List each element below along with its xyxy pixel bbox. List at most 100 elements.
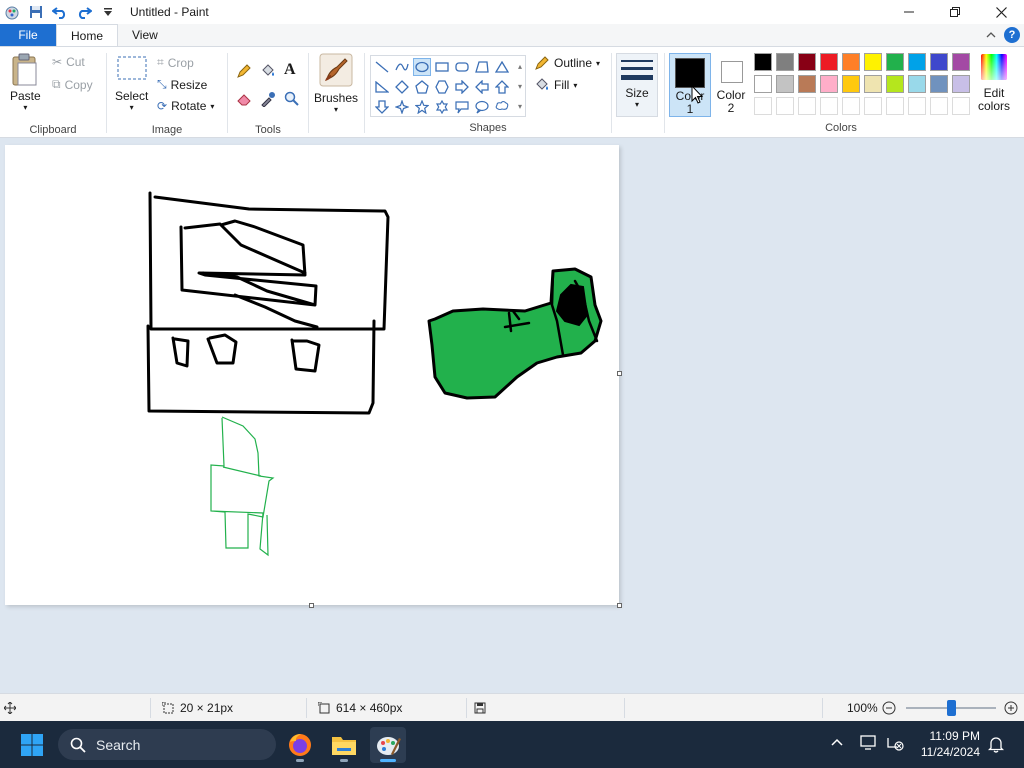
help-icon[interactable]: ? xyxy=(1004,27,1020,43)
taskbar-paint[interactable] xyxy=(370,727,406,763)
crop-button[interactable]: ⌗ Crop xyxy=(157,55,194,70)
rounded-rectangle-shape-icon[interactable] xyxy=(453,58,471,76)
palette-swatch[interactable] xyxy=(820,53,838,71)
palette-custom-swatch[interactable] xyxy=(798,97,816,115)
zoom-slider-thumb[interactable] xyxy=(946,700,956,716)
taskbar-file-explorer[interactable] xyxy=(326,727,362,763)
canvas-resize-handle-right[interactable] xyxy=(617,371,622,376)
brushes-button[interactable]: Brushes ▾ xyxy=(314,53,358,114)
color-picker-tool[interactable] xyxy=(260,91,276,107)
tab-view[interactable]: View xyxy=(118,24,172,46)
palette-swatch[interactable] xyxy=(842,75,860,93)
palette-swatch[interactable] xyxy=(864,53,882,71)
redo-icon[interactable] xyxy=(74,2,94,22)
magnifier-tool[interactable] xyxy=(284,91,300,107)
close-button[interactable] xyxy=(978,0,1024,24)
zoom-in-button[interactable] xyxy=(1004,694,1018,722)
five-point-star-shape-icon[interactable] xyxy=(413,98,431,116)
zoom-slider[interactable] xyxy=(906,700,996,716)
palette-swatch[interactable] xyxy=(842,53,860,71)
hexagon-shape-icon[interactable] xyxy=(433,78,451,96)
tab-home[interactable]: Home xyxy=(56,24,119,46)
palette-swatch[interactable] xyxy=(798,75,816,93)
select-button[interactable]: Select ▾ xyxy=(115,55,148,112)
palette-swatch[interactable] xyxy=(908,53,926,71)
palette-swatch[interactable] xyxy=(820,75,838,93)
palette-swatch[interactable] xyxy=(754,53,772,71)
palette-custom-swatch[interactable] xyxy=(908,97,926,115)
oval-shape-icon[interactable] xyxy=(413,58,431,76)
fill-button[interactable]: Fill ▾ xyxy=(534,77,577,93)
polygon-shape-icon[interactable] xyxy=(473,58,491,76)
undo-icon[interactable] xyxy=(50,2,70,22)
palette-swatch[interactable] xyxy=(798,53,816,71)
pentagon-shape-icon[interactable] xyxy=(413,78,431,96)
resize-button[interactable]: ⤡ Resize xyxy=(157,77,207,92)
paint-app-icon[interactable] xyxy=(2,2,22,22)
palette-custom-swatch[interactable] xyxy=(776,97,794,115)
palette-custom-swatch[interactable] xyxy=(754,97,772,115)
cloud-callout-shape-icon[interactable] xyxy=(493,98,511,116)
palette-swatch[interactable] xyxy=(754,75,772,93)
eraser-tool[interactable] xyxy=(236,91,252,107)
zoom-out-button[interactable] xyxy=(882,694,896,722)
edit-colors-button[interactable]: Edit colors xyxy=(976,53,1012,113)
color-2-button[interactable]: Color 2 xyxy=(714,53,748,117)
customize-qat-icon[interactable] xyxy=(98,2,118,22)
rectangle-shape-icon[interactable] xyxy=(433,58,451,76)
canvas-resize-handle-corner[interactable] xyxy=(617,603,622,608)
notifications-button[interactable] xyxy=(987,735,1005,756)
minimize-button[interactable] xyxy=(886,0,932,24)
six-point-star-shape-icon[interactable] xyxy=(433,98,451,116)
copy-button[interactable]: ⧉ Copy xyxy=(52,77,93,92)
left-arrow-shape-icon[interactable] xyxy=(473,78,491,96)
cut-button[interactable]: ✂ Cut xyxy=(52,55,85,69)
triangle-shape-icon[interactable] xyxy=(493,58,511,76)
palette-swatch[interactable] xyxy=(908,75,926,93)
drawing-canvas[interactable] xyxy=(5,145,622,608)
palette-custom-swatch[interactable] xyxy=(864,97,882,115)
right-triangle-shape-icon[interactable] xyxy=(373,78,391,96)
palette-custom-swatch[interactable] xyxy=(820,97,838,115)
rotate-button[interactable]: ⟳ Rotate ▾ xyxy=(157,99,214,113)
palette-swatch[interactable] xyxy=(886,75,904,93)
paste-button[interactable]: Paste ▾ xyxy=(10,53,41,112)
tab-file[interactable]: File xyxy=(0,24,56,46)
right-arrow-shape-icon[interactable] xyxy=(453,78,471,96)
taskbar-firefox[interactable] xyxy=(282,727,318,763)
outline-button[interactable]: Outline ▾ xyxy=(534,55,600,71)
oval-callout-shape-icon[interactable] xyxy=(473,98,491,116)
size-button[interactable]: Size ▾ xyxy=(616,53,658,117)
palette-custom-swatch[interactable] xyxy=(886,97,904,115)
palette-swatch[interactable] xyxy=(952,75,970,93)
taskbar-clock[interactable]: 11:09 PM 11/24/2024 xyxy=(921,728,980,760)
canvas-resize-handle-bottom[interactable] xyxy=(309,603,314,608)
display-tray-icon[interactable] xyxy=(860,735,878,754)
palette-custom-swatch[interactable] xyxy=(930,97,948,115)
palette-swatch[interactable] xyxy=(930,53,948,71)
palette-swatch[interactable] xyxy=(776,75,794,93)
curve-shape-icon[interactable] xyxy=(393,58,411,76)
rectangular-callout-shape-icon[interactable] xyxy=(453,98,471,116)
palette-custom-swatch[interactable] xyxy=(842,97,860,115)
taskbar-search-box[interactable]: Search xyxy=(58,729,276,760)
start-button[interactable] xyxy=(14,727,50,763)
pencil-tool[interactable] xyxy=(236,63,252,79)
up-arrow-shape-icon[interactable] xyxy=(493,78,511,96)
palette-swatch[interactable] xyxy=(952,53,970,71)
shapes-scroll[interactable]: ▴ ▾ ▾ xyxy=(514,57,526,117)
palette-custom-swatch[interactable] xyxy=(952,97,970,115)
diamond-shape-icon[interactable] xyxy=(393,78,411,96)
line-shape-icon[interactable] xyxy=(373,58,391,76)
show-hidden-icons-button[interactable] xyxy=(830,735,844,752)
palette-swatch[interactable] xyxy=(930,75,948,93)
four-point-star-shape-icon[interactable] xyxy=(393,98,411,116)
palette-swatch[interactable] xyxy=(776,53,794,71)
network-tray-icon[interactable] xyxy=(886,735,904,754)
palette-swatch[interactable] xyxy=(864,75,882,93)
fill-tool[interactable] xyxy=(260,63,276,79)
text-tool[interactable]: A xyxy=(284,61,296,79)
collapse-ribbon-icon[interactable] xyxy=(986,28,996,42)
save-icon[interactable] xyxy=(26,2,46,22)
palette-swatch[interactable] xyxy=(886,53,904,71)
